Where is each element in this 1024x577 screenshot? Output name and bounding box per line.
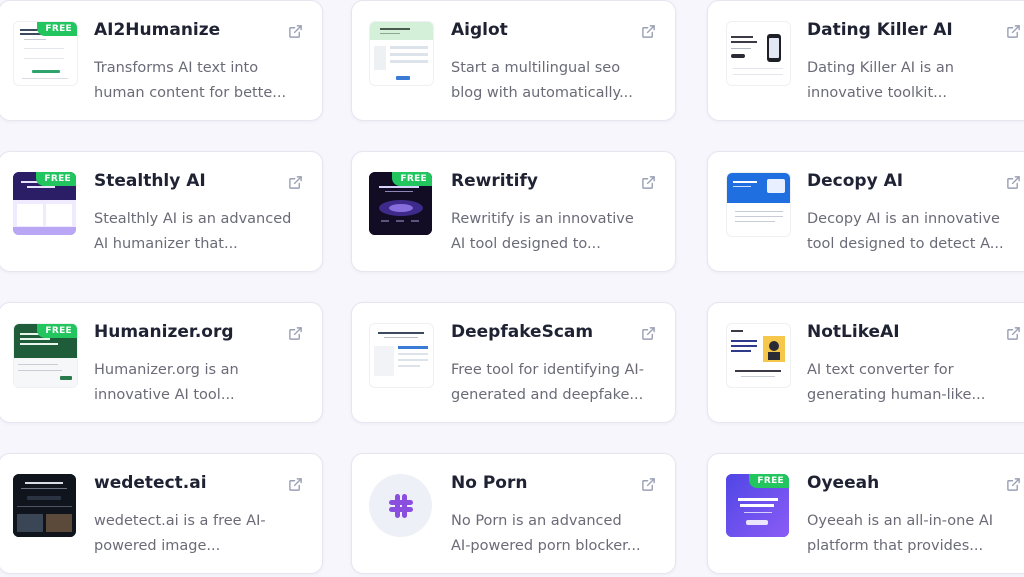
tool-title[interactable]: Rewritify <box>451 171 538 191</box>
tool-description: Rewritify is an innovative AI tool desig… <box>451 211 634 252</box>
tool-thumbnail <box>13 474 76 537</box>
tool-description: Free tool for identifying AI- generated … <box>451 362 644 403</box>
tool-card-deepfakescam[interactable]: DeepfakeScam Free tool for identifying A… <box>351 302 676 423</box>
free-badge: FREE <box>392 172 432 186</box>
external-link-icon[interactable] <box>641 24 656 39</box>
tool-description: Start a multilingual seo blog with autom… <box>451 60 633 101</box>
tool-thumbnail: FREE <box>13 323 78 388</box>
free-badge: FREE <box>36 172 76 186</box>
external-link-icon[interactable] <box>288 477 303 492</box>
tool-card-decopy-ai[interactable]: Decopy AI Decopy AI is an innovative too… <box>707 151 1024 272</box>
tool-thumbnail <box>726 172 791 237</box>
tool-card-stealthly-ai[interactable]: FREE Stealthly AI Stealthly AI is an adv… <box>0 151 323 272</box>
tool-description: Decopy AI is an innovative tool designed… <box>807 211 1004 252</box>
free-badge: FREE <box>749 474 789 488</box>
tool-card-no-porn[interactable]: No Porn No Porn is an advanced AI-powere… <box>351 453 676 574</box>
slack-logo-icon <box>389 494 413 518</box>
tool-card-wedetect-ai[interactable]: wedetect.ai wedetect.ai is a free AI- po… <box>0 453 323 574</box>
tool-title[interactable]: Dating Killer AI <box>807 20 953 40</box>
tool-card-humanizer-org[interactable]: FREE Humanizer.org Humanizer.org is an i… <box>0 302 323 423</box>
free-badge: FREE <box>37 22 77 36</box>
tool-thumbnail: FREE <box>369 172 432 235</box>
tool-thumbnail: FREE <box>726 474 789 537</box>
tool-thumbnail <box>369 21 434 86</box>
tool-title[interactable]: Oyeeah <box>807 473 879 493</box>
tool-title[interactable]: wedetect.ai <box>94 473 207 493</box>
tool-title[interactable]: AI2Humanize <box>94 20 220 40</box>
tool-description: Dating Killer AI is an innovative toolki… <box>807 60 954 101</box>
free-badge: FREE <box>37 324 77 338</box>
external-link-icon[interactable] <box>288 326 303 341</box>
tool-title[interactable]: NotLikeAI <box>807 322 900 342</box>
tool-thumbnail <box>369 323 434 388</box>
tool-description: Humanizer.org is an innovative AI tool..… <box>94 362 239 403</box>
tool-description: AI text converter for generating human-l… <box>807 362 986 403</box>
tool-title[interactable]: Aiglot <box>451 20 508 40</box>
tool-description: Stealthly AI is an advanced AI humanizer… <box>94 211 292 252</box>
tool-thumbnail: FREE <box>13 172 76 235</box>
external-link-icon[interactable] <box>641 175 656 190</box>
tool-card-dating-killer-ai[interactable]: Dating Killer AI Dating Killer AI is an … <box>707 0 1024 121</box>
tool-thumbnail <box>726 21 791 86</box>
tool-title[interactable]: No Porn <box>451 473 527 493</box>
tool-description: wedetect.ai is a free AI- powered image.… <box>94 513 266 554</box>
tool-card-oyeeah[interactable]: FREE Oyeeah Oyeeah is an all-in-one AI p… <box>707 453 1024 574</box>
tool-card-rewritify[interactable]: FREE Rewritify Rewritify is an innovativ… <box>351 151 676 272</box>
external-link-icon[interactable] <box>288 24 303 39</box>
external-link-icon[interactable] <box>1006 477 1021 492</box>
tool-title[interactable]: Decopy AI <box>807 171 903 191</box>
external-link-icon[interactable] <box>641 326 656 341</box>
tool-card-aiglot[interactable]: Aiglot Start a multilingual seo blog wit… <box>351 0 676 121</box>
tool-card-ai2humanize[interactable]: FREE AI2Humanize Transforms AI text into… <box>0 0 323 121</box>
tool-card-notlikeai[interactable]: NotLikeAI AI text converter for generati… <box>707 302 1024 423</box>
tool-title[interactable]: Stealthly AI <box>94 171 206 191</box>
tool-thumbnail <box>726 323 791 388</box>
tool-thumbnail <box>369 474 432 537</box>
external-link-icon[interactable] <box>1006 175 1021 190</box>
tool-description: Transforms AI text into human content fo… <box>94 60 287 101</box>
tool-thumbnail: FREE <box>13 21 78 86</box>
tool-title[interactable]: Humanizer.org <box>94 322 234 342</box>
external-link-icon[interactable] <box>1006 24 1021 39</box>
tool-description: Oyeeah is an all-in-one AI platform that… <box>807 513 994 554</box>
external-link-icon[interactable] <box>288 175 303 190</box>
external-link-icon[interactable] <box>1006 326 1021 341</box>
tool-title[interactable]: DeepfakeScam <box>451 322 593 342</box>
external-link-icon[interactable] <box>641 477 656 492</box>
tool-description: No Porn is an advanced AI-powered porn b… <box>451 513 641 554</box>
